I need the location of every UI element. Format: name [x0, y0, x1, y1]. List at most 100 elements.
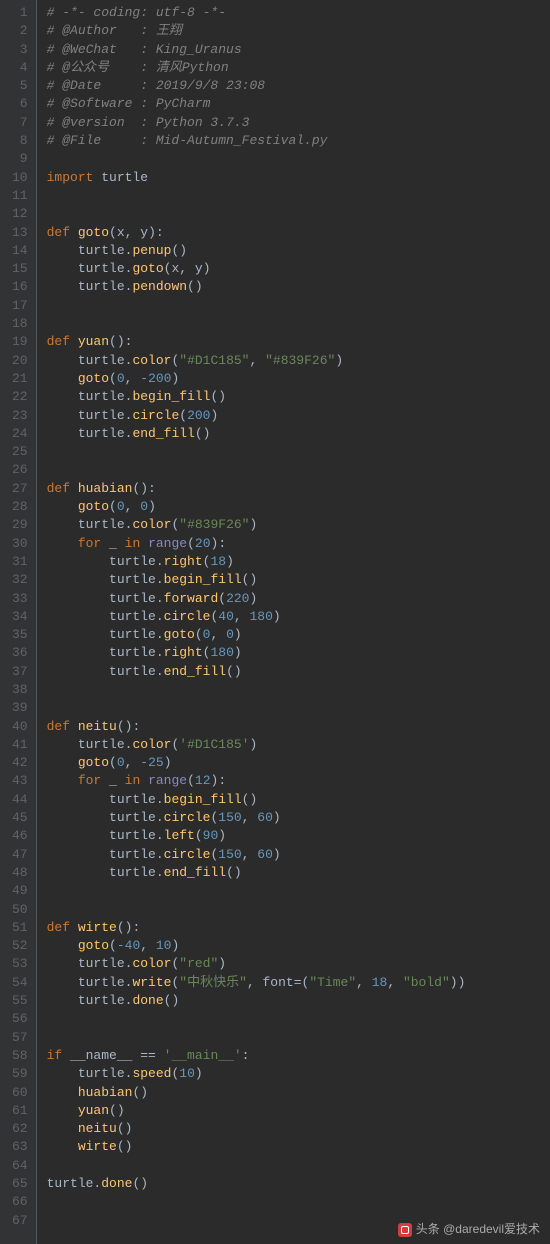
line-number: 12 [12, 205, 28, 223]
code-line: # @File : Mid-Autumn_Festival.py [47, 132, 550, 150]
code-line [47, 461, 550, 479]
line-number: 17 [12, 297, 28, 315]
line-number: 5 [12, 77, 28, 95]
code-line: # @version : Python 3.7.3 [47, 114, 550, 132]
code-line: # @WeChat : King_Uranus [47, 41, 550, 59]
line-number: 61 [12, 1102, 28, 1120]
line-number: 62 [12, 1120, 28, 1138]
line-number: 42 [12, 754, 28, 772]
watermark-text: 头条 @daredevil爱技术 [416, 1222, 540, 1236]
code-line: turtle.goto(x, y) [47, 260, 550, 278]
code-line: turtle.circle(150, 60) [47, 846, 550, 864]
code-line: turtle.color("#D1C185", "#839F26") [47, 352, 550, 370]
line-number: 36 [12, 644, 28, 662]
line-number: 64 [12, 1157, 28, 1175]
code-line: # @Author : 王翔 [47, 22, 550, 40]
code-line [47, 187, 550, 205]
code-line: wirte() [47, 1138, 550, 1156]
code-line: def wirte(): [47, 919, 550, 937]
line-number: 56 [12, 1010, 28, 1028]
code-line [47, 205, 550, 223]
line-number: 1 [12, 4, 28, 22]
code-line: goto(-40, 10) [47, 937, 550, 955]
code-line: turtle.left(90) [47, 827, 550, 845]
code-line [47, 699, 550, 717]
code-line [47, 1029, 550, 1047]
code-line [47, 1157, 550, 1175]
line-number: 21 [12, 370, 28, 388]
code-line [47, 1010, 550, 1028]
line-number: 28 [12, 498, 28, 516]
line-number: 65 [12, 1175, 28, 1193]
line-number: 39 [12, 699, 28, 717]
line-number: 59 [12, 1065, 28, 1083]
line-number: 26 [12, 461, 28, 479]
code-line: if __name__ == '__main__': [47, 1047, 550, 1065]
code-line: def goto(x, y): [47, 224, 550, 242]
code-line [47, 901, 550, 919]
code-line: goto(0, -200) [47, 370, 550, 388]
code-line: turtle.write("中秋快乐", font=("Time", 18, "… [47, 974, 550, 992]
line-number: 54 [12, 974, 28, 992]
line-number: 52 [12, 937, 28, 955]
line-number: 35 [12, 626, 28, 644]
line-number: 45 [12, 809, 28, 827]
code-line: turtle.begin_fill() [47, 791, 550, 809]
code-line: # @公众号 : 清风Python [47, 59, 550, 77]
line-number: 44 [12, 791, 28, 809]
code-line: turtle.pendown() [47, 278, 550, 296]
line-number: 55 [12, 992, 28, 1010]
line-number: 14 [12, 242, 28, 260]
line-number: 41 [12, 736, 28, 754]
line-number: 16 [12, 278, 28, 296]
line-number: 67 [12, 1212, 28, 1230]
line-number: 13 [12, 224, 28, 242]
code-line: turtle.goto(0, 0) [47, 626, 550, 644]
line-number: 31 [12, 553, 28, 571]
code-line [47, 150, 550, 168]
code-line: turtle.begin_fill() [47, 388, 550, 406]
line-number: 11 [12, 187, 28, 205]
line-number: 63 [12, 1138, 28, 1156]
line-number: 49 [12, 882, 28, 900]
code-line: turtle.speed(10) [47, 1065, 550, 1083]
line-number: 47 [12, 846, 28, 864]
line-number: 51 [12, 919, 28, 937]
code-line: turtle.circle(200) [47, 407, 550, 425]
line-number: 29 [12, 516, 28, 534]
code-line [47, 297, 550, 315]
code-line [47, 315, 550, 333]
line-number: 2 [12, 22, 28, 40]
code-line: turtle.circle(150, 60) [47, 809, 550, 827]
line-number: 4 [12, 59, 28, 77]
code-line: turtle.done() [47, 1175, 550, 1193]
code-line: turtle.circle(40, 180) [47, 608, 550, 626]
code-line: def neitu(): [47, 718, 550, 736]
code-line [47, 882, 550, 900]
line-number: 3 [12, 41, 28, 59]
code-line [47, 681, 550, 699]
line-number: 9 [12, 150, 28, 168]
code-line: turtle.end_fill() [47, 425, 550, 443]
code-editor: 1234567891011121314151617181920212223242… [0, 0, 550, 1244]
line-number: 33 [12, 590, 28, 608]
code-line [47, 443, 550, 461]
code-line: turtle.begin_fill() [47, 571, 550, 589]
code-line: # -*- coding: utf-8 -*- [47, 4, 550, 22]
code-line: neitu() [47, 1120, 550, 1138]
line-number: 48 [12, 864, 28, 882]
code-area[interactable]: # -*- coding: utf-8 -*-# @Author : 王翔# @… [37, 0, 550, 1244]
line-number: 20 [12, 352, 28, 370]
line-number: 19 [12, 333, 28, 351]
line-number: 53 [12, 955, 28, 973]
code-line: for _ in range(20): [47, 535, 550, 553]
line-number: 60 [12, 1084, 28, 1102]
code-line: import turtle [47, 169, 550, 187]
line-number: 66 [12, 1193, 28, 1211]
code-line: turtle.end_fill() [47, 864, 550, 882]
line-number: 34 [12, 608, 28, 626]
line-number: 32 [12, 571, 28, 589]
code-line: turtle.forward(220) [47, 590, 550, 608]
code-line: turtle.color('#D1C185') [47, 736, 550, 754]
code-line: def yuan(): [47, 333, 550, 351]
